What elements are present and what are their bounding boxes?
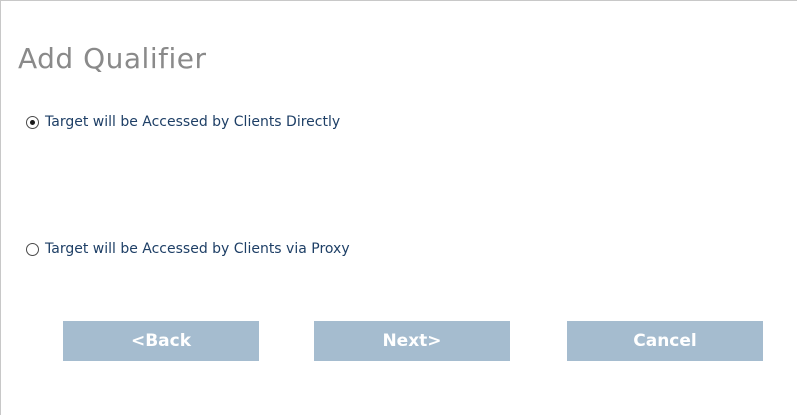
dialog-panel: Add Qualifier Target will be Accessed by… — [0, 0, 797, 415]
back-button[interactable]: <Back — [63, 321, 259, 361]
option-directly-label: Target will be Accessed by Clients Direc… — [45, 114, 341, 130]
option-clients-directly[interactable]: Target will be Accessed by Clients Direc… — [26, 112, 340, 132]
radio-proxy-unselected-icon[interactable] — [26, 242, 39, 256]
option-proxy-label: Target will be Accessed by Clients via P… — [45, 241, 350, 257]
cancel-button[interactable]: Cancel — [567, 321, 763, 361]
dialog-title: Add Qualifier — [18, 42, 207, 75]
option-clients-via-proxy[interactable]: Target will be Accessed by Clients via P… — [26, 239, 350, 259]
next-button[interactable]: Next> — [314, 321, 510, 361]
radio-direct-selected-icon[interactable] — [26, 115, 39, 129]
